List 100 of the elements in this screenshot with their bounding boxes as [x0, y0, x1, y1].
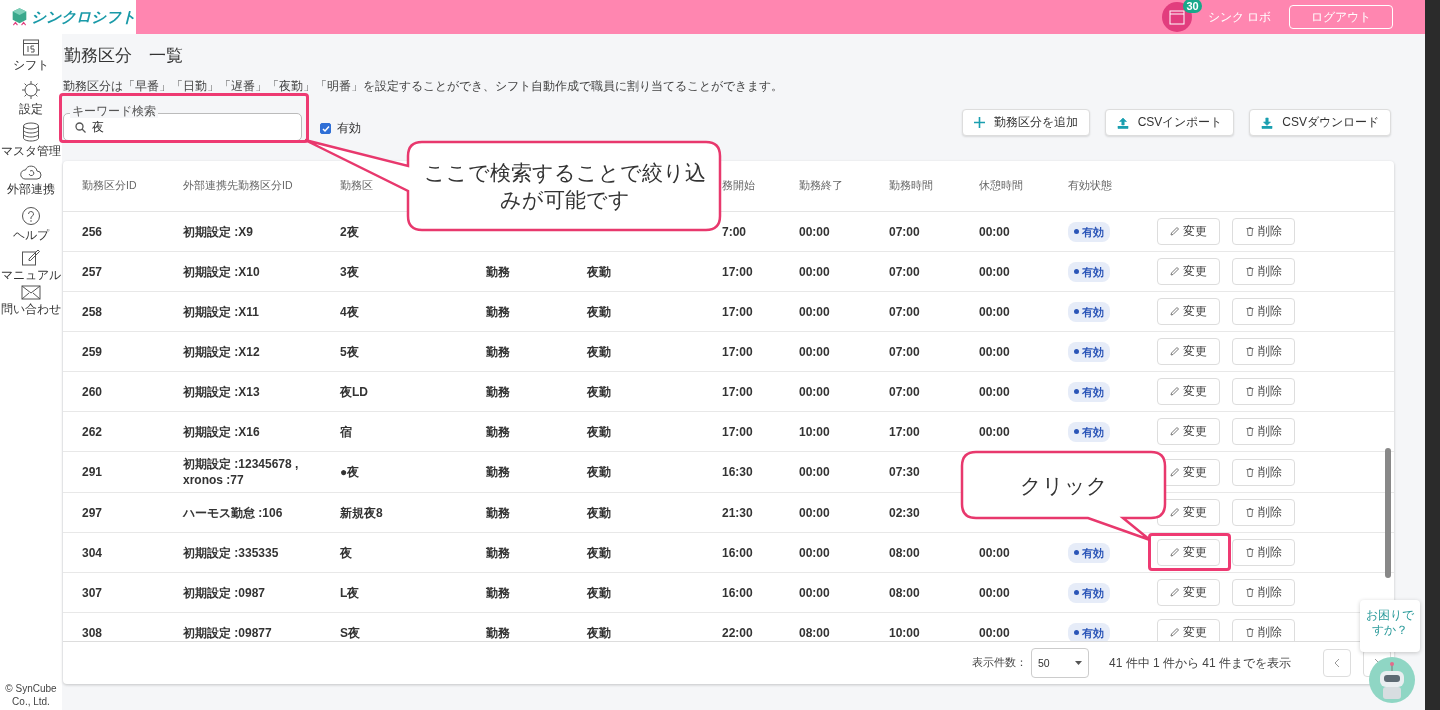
trash-icon [1245, 307, 1254, 316]
table-cell: 夜勤 [587, 384, 611, 399]
status-badge: 有効 [1068, 341, 1110, 362]
table-cell: 夜勤 [587, 585, 611, 600]
edit-button[interactable]: 変更 [1157, 499, 1220, 526]
table-cell: 勤務 [486, 545, 510, 560]
status-badge: 有効 [1068, 582, 1110, 603]
table-cell: 5夜 [340, 344, 359, 359]
trash-icon [1245, 387, 1254, 396]
sidebar-item[interactable]: ヘルプ [13, 227, 49, 244]
delete-button[interactable]: 削除 [1232, 619, 1295, 641]
table-cell: 初期設定 :X11 [183, 304, 260, 319]
action-button[interactable]: CSVインポート [1104, 109, 1235, 136]
delete-button[interactable]: 削除 [1232, 258, 1295, 285]
upload-icon [1116, 116, 1129, 129]
calendar-icon [22, 38, 40, 56]
table-cell: 07:00 [889, 224, 920, 239]
action-button[interactable]: CSVダウンロード [1249, 109, 1391, 136]
pencil-icon [1170, 267, 1179, 276]
table-cell: ハーモス勤怠 :106 [183, 505, 283, 520]
table-cell: 00:00 [979, 344, 1010, 359]
table-cell: 08:00 [889, 545, 920, 560]
table-cell: 17:00 [722, 344, 753, 359]
table-cell: 00:00 [799, 545, 830, 560]
table-cell: 勤務 [486, 264, 510, 279]
edit-button[interactable]: 変更 [1157, 418, 1220, 445]
table-cell: 21:30 [722, 505, 753, 520]
sidebar-item[interactable]: 問い合わせ [1, 301, 61, 318]
table-cell: 00:00 [799, 585, 830, 600]
per-page-label: 表示件数： [971, 656, 1027, 670]
sidebar-item[interactable]: シフト [13, 57, 49, 74]
edit-button[interactable]: 変更 [1157, 579, 1220, 606]
table-cell: 夜 [340, 545, 352, 560]
table-cell: 257 [82, 264, 103, 279]
delete-button[interactable]: 削除 [1232, 218, 1295, 245]
checkbox[interactable] [320, 123, 331, 134]
edit-button[interactable]: 変更 [1157, 378, 1220, 405]
table-cell: 夜勤 [587, 545, 611, 560]
table-cell: 00:00 [799, 224, 830, 239]
per-page-select[interactable]: 50 [1030, 648, 1089, 678]
table-cell: 256 [82, 224, 103, 239]
table-cell: 07:30 [889, 465, 920, 479]
delete-button[interactable]: 削除 [1232, 539, 1295, 566]
trash-icon [1245, 548, 1254, 557]
table-cell: 初期設定 :X12 [183, 344, 260, 359]
table-cell: 00:00 [799, 465, 830, 479]
table-cell: 00:00 [799, 304, 830, 319]
edit-button[interactable]: 変更 [1157, 298, 1220, 325]
table-cell: 10:00 [889, 625, 920, 640]
column-header: 外部連携先勤務区分ID [183, 179, 293, 191]
checkbox-label: 有効 [337, 120, 361, 137]
table-cell: 17:00 [722, 304, 753, 319]
delete-button[interactable]: 削除 [1232, 499, 1295, 526]
status-badge: 有効 [1068, 261, 1110, 282]
edit-button[interactable]: 変更 [1157, 258, 1220, 285]
table-cell: 初期設定 :0987 [183, 585, 266, 600]
help-tooltip[interactable]: お困りですか？ [1360, 600, 1420, 652]
delete-button[interactable]: 削除 [1232, 458, 1295, 486]
sidebar-item[interactable]: 設定 [19, 101, 43, 118]
table-cell: 17:00 [889, 424, 920, 439]
table-cell: L夜 [340, 585, 360, 600]
copyright: © SynCube Co., Ltd. [5, 682, 57, 709]
table-cell: 夜勤 [587, 505, 611, 520]
delete-button[interactable]: 削除 [1232, 579, 1295, 606]
action-button[interactable]: 勤務区分を追加 [961, 109, 1090, 136]
edit-button[interactable]: 変更 [1157, 338, 1220, 365]
cloud-sync-icon [20, 164, 42, 180]
table-cell: 勤務 [486, 384, 510, 399]
edit-button[interactable]: 変更 [1157, 218, 1220, 245]
delete-button[interactable]: 削除 [1232, 298, 1295, 325]
sidebar-item[interactable]: マニュアル [1, 267, 61, 284]
delete-button[interactable]: 削除 [1232, 418, 1295, 445]
table-cell: 08:00 [799, 625, 830, 640]
pencil-icon [1170, 227, 1179, 236]
edit-button[interactable]: 変更 [1157, 619, 1220, 641]
app-name: シンクロシフト [31, 7, 136, 27]
trash-icon [1245, 588, 1254, 597]
table-cell: 00:00 [979, 304, 1010, 319]
scrollbar[interactable] [1385, 448, 1391, 578]
table-cell: 00:00 [979, 224, 1010, 239]
table-cell: 00:00 [979, 424, 1010, 439]
delete-button[interactable]: 削除 [1232, 338, 1295, 365]
pencil-icon [1170, 588, 1179, 597]
table-cell: 勤務 [486, 625, 510, 640]
trash-icon [1245, 628, 1254, 637]
table-cell: 17:00 [722, 424, 753, 439]
sidebar-item[interactable]: 外部連携 [7, 181, 55, 198]
table-cell: 17:00 [722, 264, 753, 279]
edit-note-icon [21, 248, 41, 266]
status-badge: 有効 [1068, 421, 1110, 442]
pencil-icon [1170, 508, 1179, 517]
delete-button[interactable]: 削除 [1232, 378, 1295, 405]
edit-button[interactable]: 変更 [1157, 539, 1220, 566]
window-scrollbar[interactable] [1425, 0, 1440, 710]
column-header: 勤務終了 [799, 179, 843, 191]
download-icon [1261, 116, 1274, 129]
robot-avatar-icon[interactable] [1369, 657, 1415, 703]
sidebar-item[interactable]: マスタ管理 [1, 143, 61, 160]
table-cell: 夜勤 [587, 424, 611, 439]
table-cell: 00:00 [799, 344, 830, 359]
